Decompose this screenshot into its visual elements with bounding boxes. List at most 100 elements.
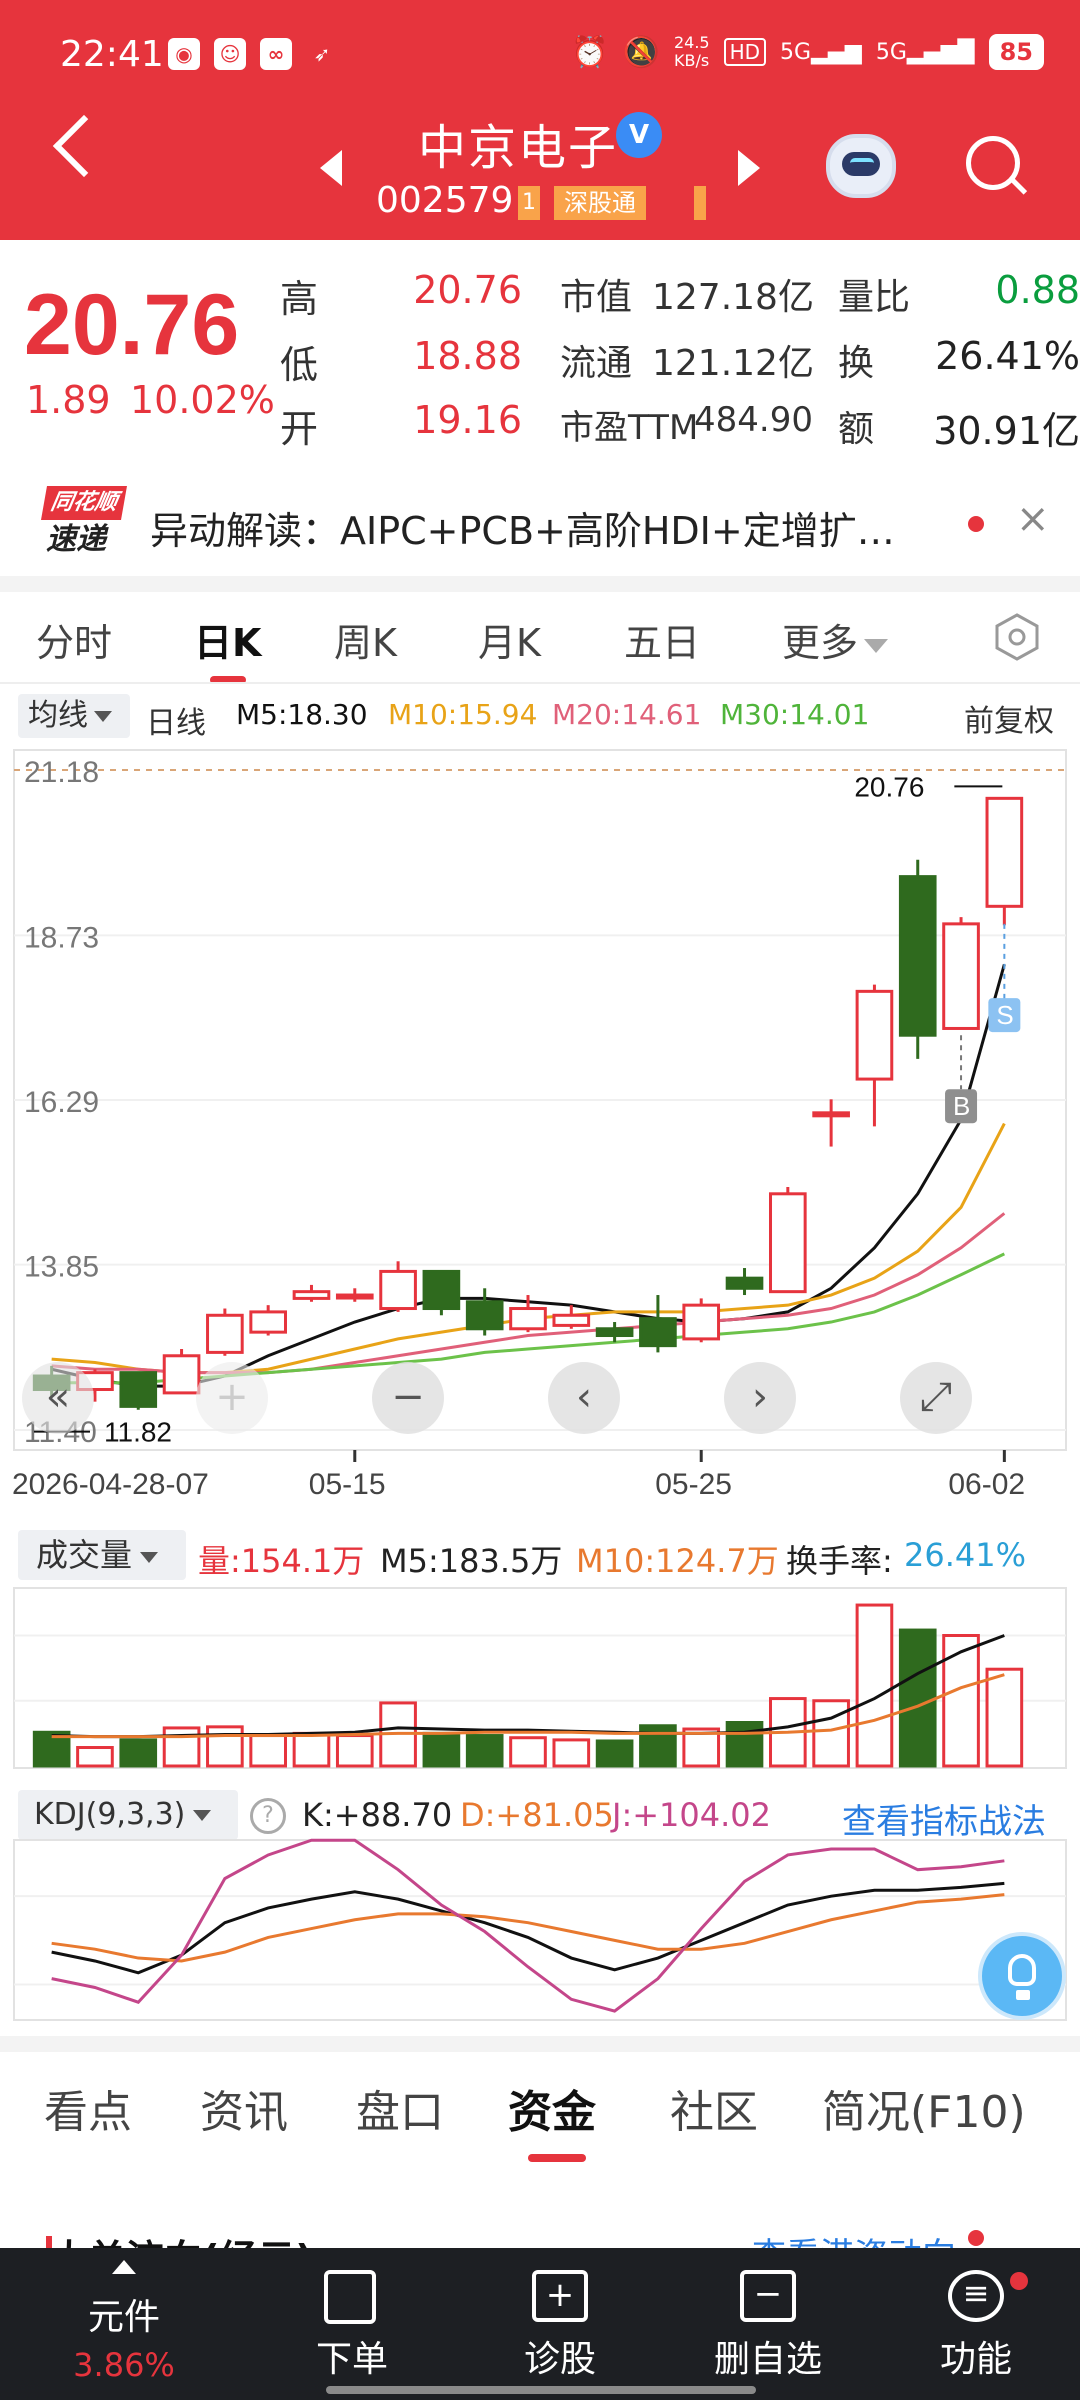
- volume-selector[interactable]: 成交量: [18, 1530, 186, 1580]
- bottom-nav: 元件 3.86% 下单 + 诊股 − 删自选 ≡ 功能: [0, 2248, 1080, 2400]
- volume-bar: [812, 1699, 850, 1768]
- signal-icon-2: 5G▂▄▆█: [875, 39, 975, 65]
- candle-body: [595, 1327, 634, 1338]
- zoom-in-button[interactable]: +: [196, 1362, 268, 1434]
- volume-bar: [855, 1603, 894, 1768]
- scroll-left-button[interactable]: ‹: [548, 1362, 620, 1434]
- indicator-strategy-link[interactable]: 查看指标战法: [842, 1794, 1046, 1843]
- kdj-k-value: K:+88.70: [302, 1796, 453, 1834]
- candle-body: [162, 1354, 201, 1395]
- ma10-value: M10:15.94: [388, 698, 538, 731]
- back-button[interactable]: [52, 114, 116, 178]
- help-icon[interactable]: ?: [250, 1798, 286, 1834]
- tab-daily-k[interactable]: 日K: [194, 612, 261, 667]
- candle-body: [206, 1313, 244, 1354]
- search-icon-handle: [1010, 178, 1028, 195]
- stock-name: 中京电子: [418, 120, 619, 176]
- candle-body: [509, 1307, 547, 1331]
- lightbulb-icon: [1008, 1954, 1036, 1986]
- active-tab-indicator: [528, 2154, 586, 2162]
- ma-selector[interactable]: 均线: [18, 694, 130, 738]
- zoom-out-button[interactable]: −: [372, 1362, 444, 1434]
- location-app-icon: ◉: [168, 38, 200, 70]
- volume-bar: [249, 1734, 287, 1768]
- candle-body: [898, 875, 937, 1037]
- current-price: 20.76: [24, 277, 240, 373]
- amount-label: 额: [838, 409, 875, 450]
- send-icon: ➶: [313, 42, 331, 66]
- avatar-app-icon: ☺: [214, 38, 246, 70]
- diagnose-plus-icon: +: [532, 2270, 588, 2322]
- nav-diagnose[interactable]: + 诊股: [452, 2248, 668, 2400]
- float-value: 121.12亿: [652, 343, 814, 384]
- tab-more[interactable]: 更多: [782, 612, 889, 667]
- status-time: 22:41: [60, 34, 164, 75]
- lightbulb-tip-button[interactable]: [978, 1932, 1066, 2020]
- sell-marker-text: S: [996, 1000, 1013, 1030]
- buy-marker-text: B: [953, 1091, 970, 1121]
- nav-functions[interactable]: ≡ 功能: [868, 2248, 1080, 2400]
- remove-watchlist-icon: −: [740, 2270, 796, 2322]
- max-price-label: 20.76: [854, 771, 924, 802]
- open-label: 开: [280, 407, 319, 451]
- volume-bar: [725, 1721, 764, 1768]
- candle-body: [639, 1317, 677, 1348]
- volume-bar: [119, 1738, 158, 1768]
- nav-remove-watchlist[interactable]: − 删自选: [660, 2248, 876, 2400]
- high-value: 20.76: [413, 268, 522, 312]
- kdj-frame: [13, 1839, 1067, 2021]
- scroll-right-button[interactable]: ›: [724, 1362, 796, 1434]
- unread-dot: [968, 2230, 984, 2246]
- rewind-button[interactable]: «: [22, 1362, 94, 1434]
- volume-bar: [292, 1731, 331, 1768]
- menu-icon: ≡: [948, 2270, 1004, 2322]
- amount-value: 30.91亿: [933, 409, 1080, 453]
- chevron-down-icon: [140, 1551, 159, 1563]
- adjust-mode[interactable]: 前复权: [964, 696, 1054, 740]
- nav-sector[interactable]: 元件 3.86%: [16, 2248, 232, 2400]
- tab-f10[interactable]: 简况(F10): [822, 2076, 1026, 2140]
- news-logo: 同花顺 速递: [36, 486, 127, 560]
- lightbulb-base: [1016, 1990, 1030, 2000]
- news-text[interactable]: 异动解读：AIPC+PCB+高阶HDI+定增扩…: [150, 500, 950, 555]
- tab-order-book[interactable]: 盘口: [356, 2076, 444, 2140]
- battery-icon: 85: [988, 34, 1044, 70]
- nav-order[interactable]: 下单: [244, 2248, 460, 2400]
- candle-body: [812, 1111, 850, 1118]
- next-stock-button[interactable]: [738, 150, 760, 186]
- tab-capital[interactable]: 资金: [508, 2076, 596, 2140]
- tab-community[interactable]: 社区: [670, 2076, 758, 2140]
- tab-monthly-k[interactable]: 月K: [478, 612, 541, 667]
- assistant-robot-icon[interactable]: [826, 134, 896, 198]
- settings-hex-icon[interactable]: [992, 612, 1042, 662]
- tab-news[interactable]: 资讯: [200, 2076, 288, 2140]
- tab-highlights[interactable]: 看点: [44, 2076, 132, 2140]
- previous-stock-button[interactable]: [320, 150, 342, 186]
- kdj-chart[interactable]: [0, 1838, 1080, 2024]
- verified-icon: V: [616, 112, 662, 158]
- mcap-value: 127.18亿: [652, 277, 814, 318]
- close-icon[interactable]: ×: [1016, 496, 1050, 542]
- volume-ma10: M10:124.7万: [576, 1542, 779, 1580]
- tab-weekly-k[interactable]: 周K: [334, 612, 397, 667]
- volume-ma5: M5:183.5万: [380, 1542, 563, 1580]
- volume-chart[interactable]: [0, 1586, 1080, 1772]
- candle-body: [682, 1303, 721, 1341]
- tab-five-day[interactable]: 五日: [624, 612, 700, 667]
- order-icon: [324, 2270, 376, 2324]
- hd-icon: HD: [723, 38, 767, 66]
- fullscreen-button[interactable]: ⤢: [900, 1362, 972, 1434]
- low-label: 低: [280, 343, 319, 387]
- chevron-down-icon: [864, 638, 889, 653]
- app-header: 22:41 ◉ ☺ ∞ ➶ ⏰ 🔕 24.5 KB/s HD 5G▂▄▆ 5G▂…: [0, 0, 1080, 240]
- kdj-selector[interactable]: KDJ(9,3,3): [18, 1790, 238, 1840]
- stock-connect-tag: 深股通: [554, 186, 646, 220]
- x-tick-label: 2026-04-28-07: [12, 1468, 209, 1500]
- net-speed: 24.5 KB/s: [673, 33, 710, 70]
- volume-bar: [335, 1734, 374, 1768]
- candle-body: [855, 989, 894, 1081]
- tab-intraday[interactable]: 分时: [36, 612, 112, 667]
- home-indicator[interactable]: [326, 2386, 756, 2394]
- price-change-pct: 10.02%: [130, 378, 275, 422]
- turnover-rate-label: 换手率:: [786, 1542, 893, 1580]
